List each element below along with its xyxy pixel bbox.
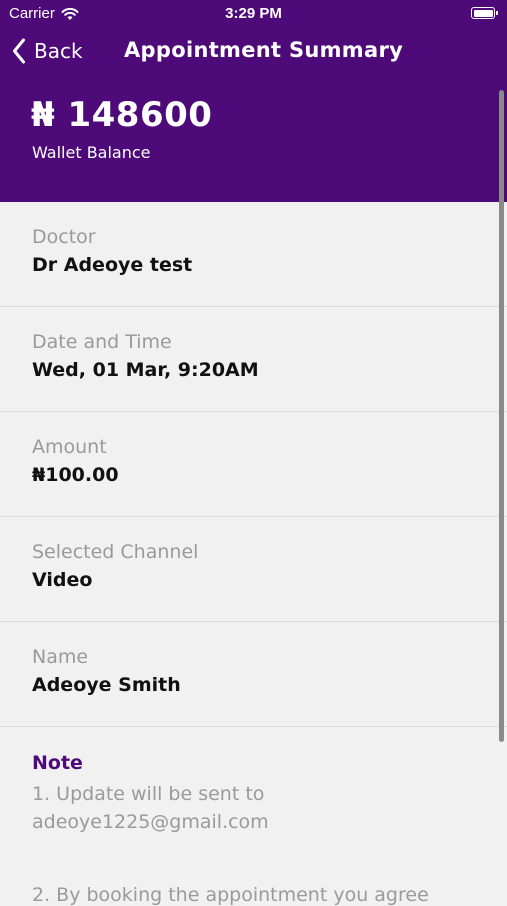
note-title: Note	[32, 752, 83, 774]
summary-row-doctor: Doctor Dr Adeoye test	[0, 202, 507, 307]
page-title: Appointment Summary	[124, 38, 404, 62]
note-section: Note 1. Update will be sent to adeoye122…	[32, 752, 482, 836]
summary-row-amount: Amount ₦100.00	[0, 412, 507, 517]
summary-row-channel: Selected Channel Video	[0, 517, 507, 622]
wallet-balance-amount: ₦ 148600	[31, 95, 213, 135]
row-label: Name	[32, 646, 89, 668]
row-value: Video	[32, 569, 93, 591]
summary-row-date-time: Date and Time Wed, 01 Mar, 9:20AM	[0, 307, 507, 412]
back-button[interactable]: Back	[12, 38, 83, 64]
row-label: Amount	[32, 436, 107, 458]
scrollbar[interactable]	[499, 90, 504, 742]
status-bar: Carrier 3:29 PM	[0, 0, 507, 28]
battery-icon	[471, 7, 498, 19]
row-value: ₦100.00	[32, 464, 119, 486]
summary-row-name: Name Adeoye Smith	[0, 622, 507, 727]
summary-list: Doctor Dr Adeoye test Date and Time Wed,…	[0, 202, 507, 727]
row-label: Date and Time	[32, 331, 172, 353]
row-label: Doctor	[32, 226, 96, 248]
note-line: 1. Update will be sent to	[32, 783, 265, 805]
chevron-back-icon	[13, 38, 25, 64]
row-value: Adeoye Smith	[32, 674, 181, 696]
wallet-balance-label: Wallet Balance	[32, 143, 151, 162]
row-value: Wed, 01 Mar, 9:20AM	[32, 359, 259, 381]
note-email: adeoye1225@gmail.com	[32, 811, 269, 833]
status-time: 3:29 PM	[225, 5, 282, 22]
row-value: Dr Adeoye test	[32, 254, 193, 276]
header: Carrier 3:29 PM Back Appointment Summary…	[0, 0, 507, 202]
back-label: Back	[34, 39, 83, 63]
row-label: Selected Channel	[32, 541, 199, 563]
note-line: 2. By booking the appointment you agree	[32, 884, 429, 906]
